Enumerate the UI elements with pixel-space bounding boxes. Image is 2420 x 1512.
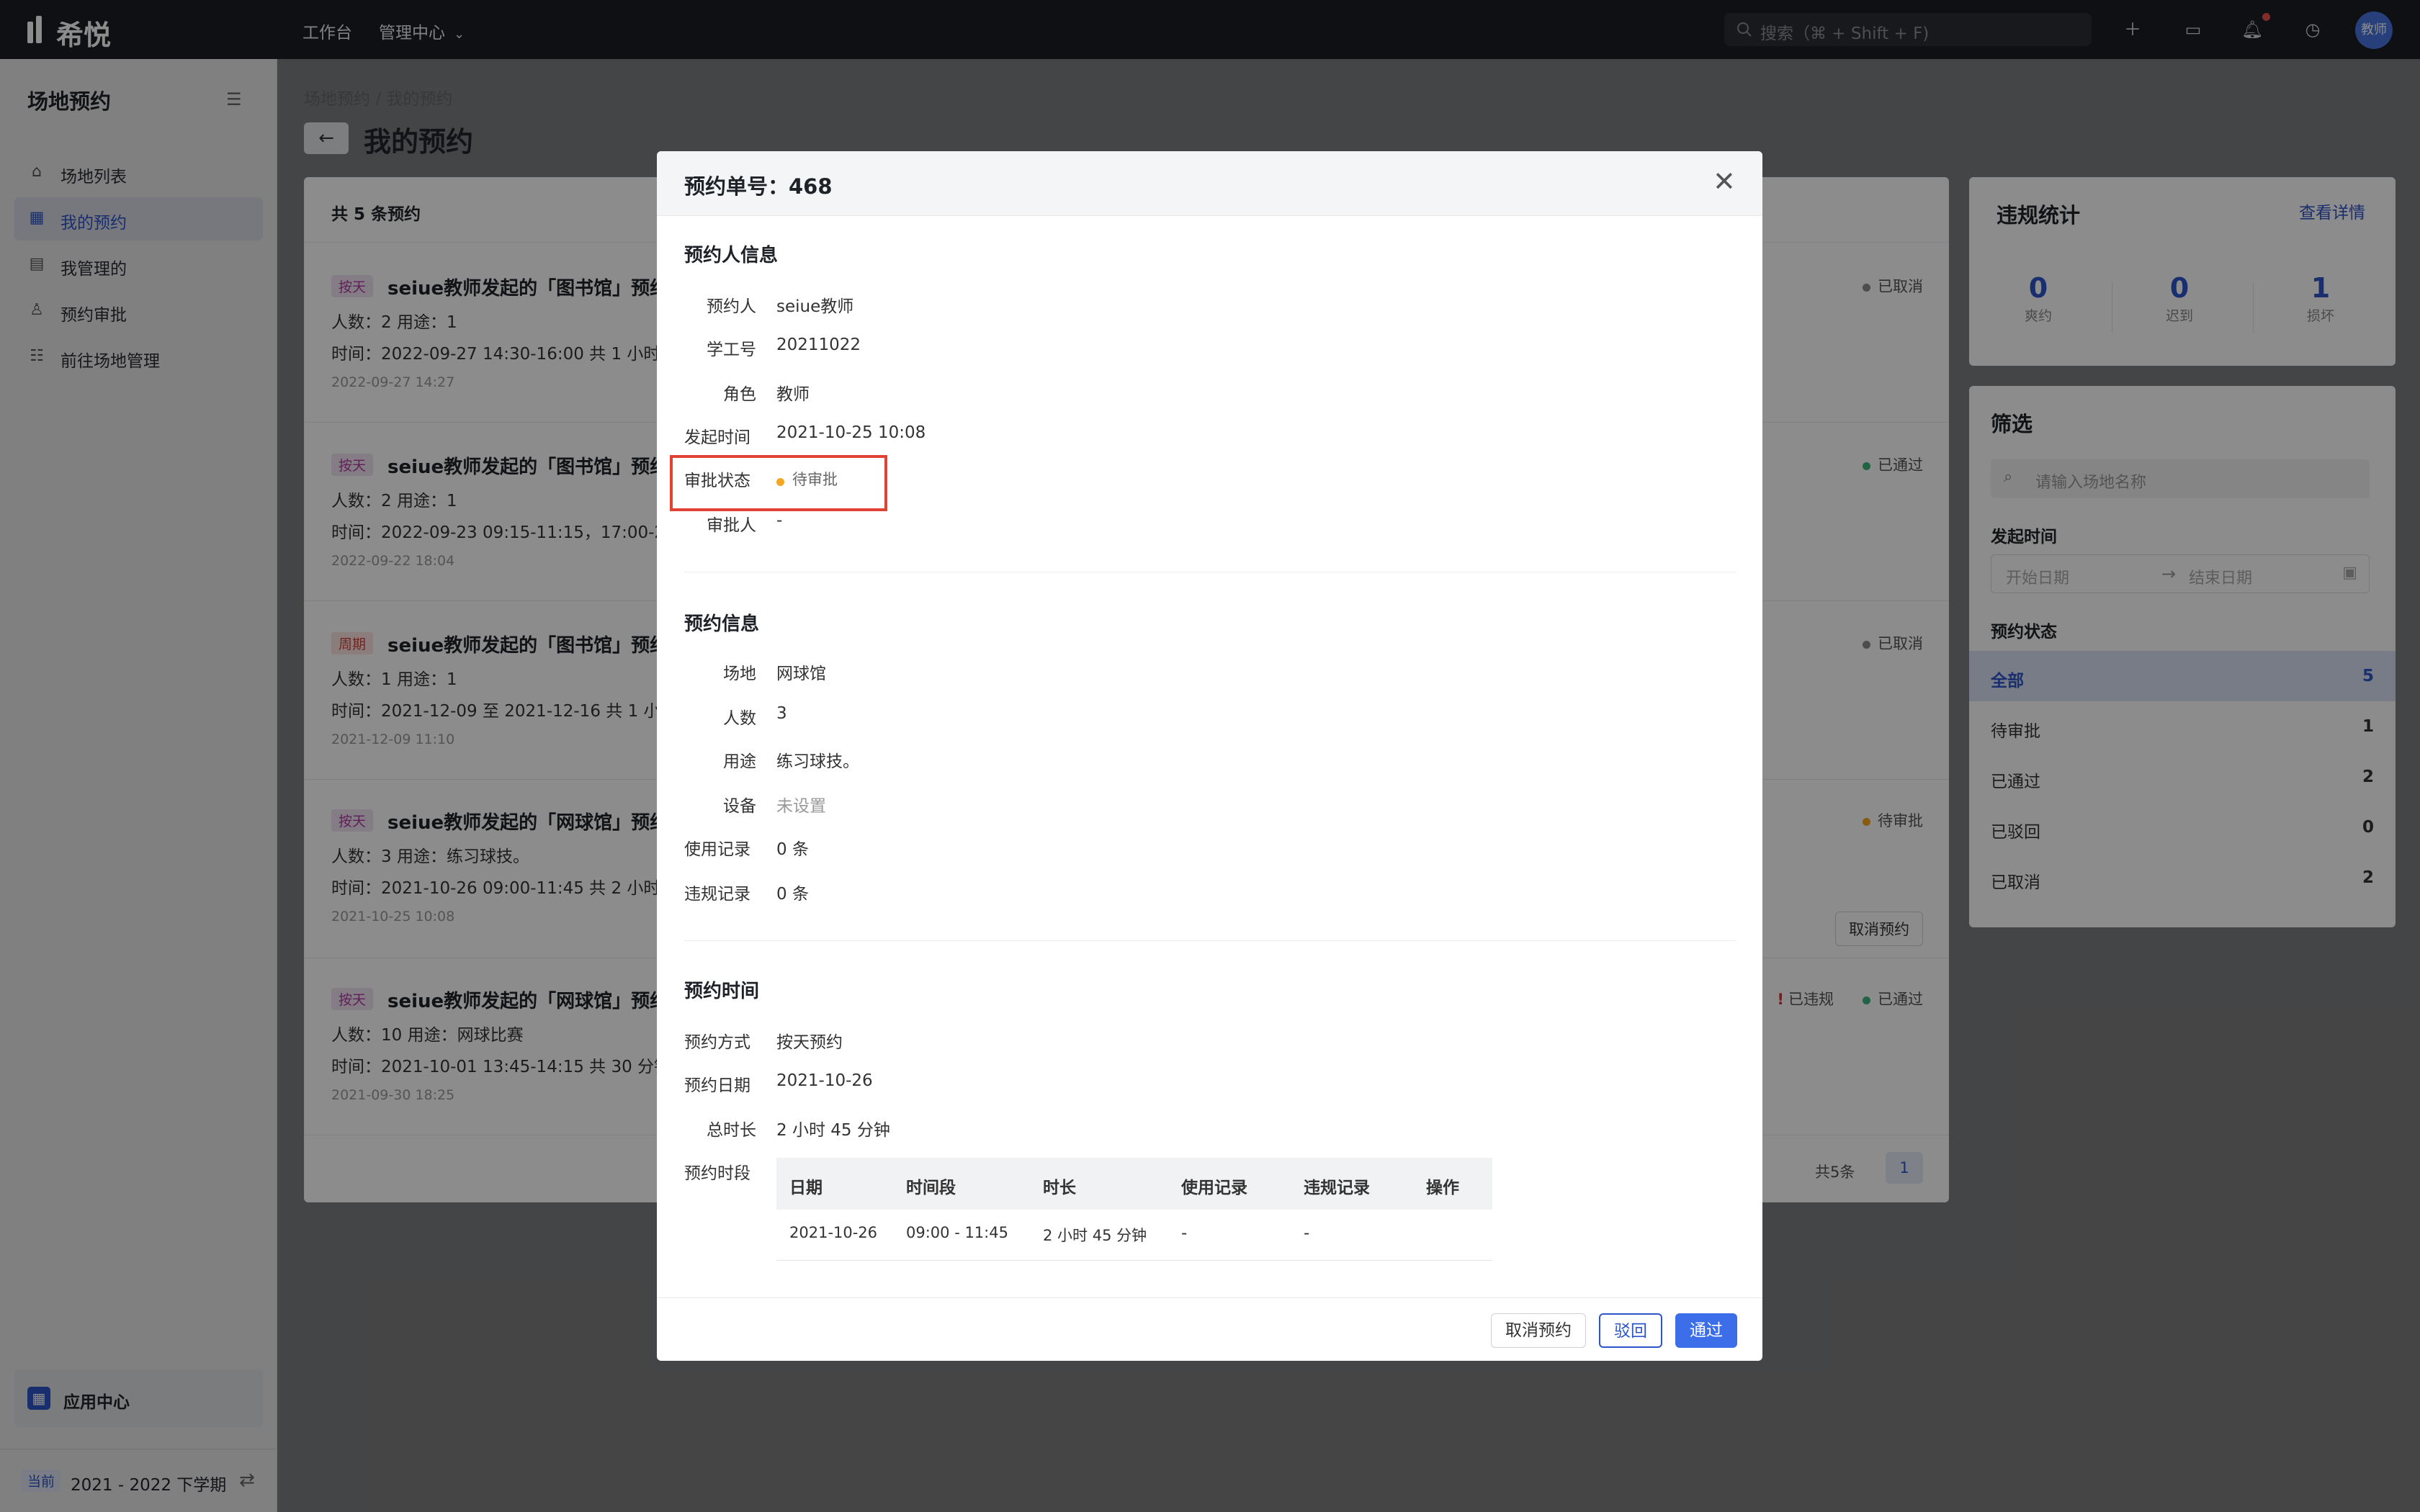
field-label: 角色: [723, 385, 756, 404]
field-value: 20211022: [776, 336, 861, 354]
highlight-box: [670, 455, 887, 511]
table-cell: -: [1181, 1224, 1188, 1243]
field-value: 练习球技。: [776, 752, 859, 771]
field-label: 学工号: [707, 341, 756, 359]
table-cell: 2021-10-26: [789, 1224, 878, 1241]
field-label: 用途: [723, 752, 756, 771]
table-header-row: [776, 1158, 1492, 1210]
field-value: 教师: [776, 385, 810, 404]
field-value: -: [776, 511, 783, 530]
column-header: 时长: [1043, 1179, 1076, 1197]
field-value: 0 条: [776, 840, 809, 859]
section-title-info: 预约信息: [684, 613, 760, 635]
table-cell: -: [1304, 1224, 1310, 1243]
modal-footer-divider: [657, 1297, 1762, 1298]
table-cell: 09:00 - 11:45: [906, 1224, 1008, 1241]
column-header: 操作: [1426, 1179, 1459, 1197]
field-value: 2021-10-26: [776, 1071, 873, 1090]
approve-button[interactable]: 通过: [1675, 1313, 1737, 1348]
field-value: 网球馆: [776, 665, 826, 683]
field-value: 3: [776, 704, 787, 723]
table-divider: [776, 1260, 1492, 1261]
reservation-detail-modal: 预约单号：468 ✕ 预约人信息 预约人 seiue教师 学工号 2021102…: [657, 151, 1762, 1361]
field-value: 0 条: [776, 885, 809, 904]
field-label: 人数: [723, 709, 756, 728]
close-icon[interactable]: ✕: [1713, 166, 1736, 197]
field-label: 审批人: [707, 516, 756, 535]
field-label: 场地: [723, 665, 756, 683]
section-title-time: 预约时间: [684, 981, 760, 1002]
section-title-applicant: 预约人信息: [684, 245, 779, 266]
cancel-reservation-button[interactable]: 取消预约: [1491, 1313, 1586, 1348]
column-header: 违规记录: [1304, 1179, 1370, 1197]
column-header: 时间段: [906, 1179, 956, 1197]
field-value: 未设置: [776, 797, 826, 816]
field-value: 按天预约: [776, 1033, 843, 1052]
field-label: 总时长: [707, 1121, 756, 1140]
field-label: 设备: [723, 797, 756, 816]
modal-title: 预约单号：468: [684, 174, 833, 199]
divider: [684, 940, 1736, 941]
reject-button[interactable]: 驳回: [1599, 1313, 1662, 1348]
field-value: 2 小时 45 分钟: [776, 1121, 890, 1140]
column-header: 日期: [789, 1179, 823, 1197]
column-header: 使用记录: [1181, 1179, 1247, 1197]
table-cell: 2 小时 45 分钟: [1043, 1227, 1147, 1244]
field-label: 预约人: [707, 297, 756, 316]
field-value: seiue教师: [776, 297, 854, 316]
field-value: 2021-10-25 10:08: [776, 423, 926, 442]
